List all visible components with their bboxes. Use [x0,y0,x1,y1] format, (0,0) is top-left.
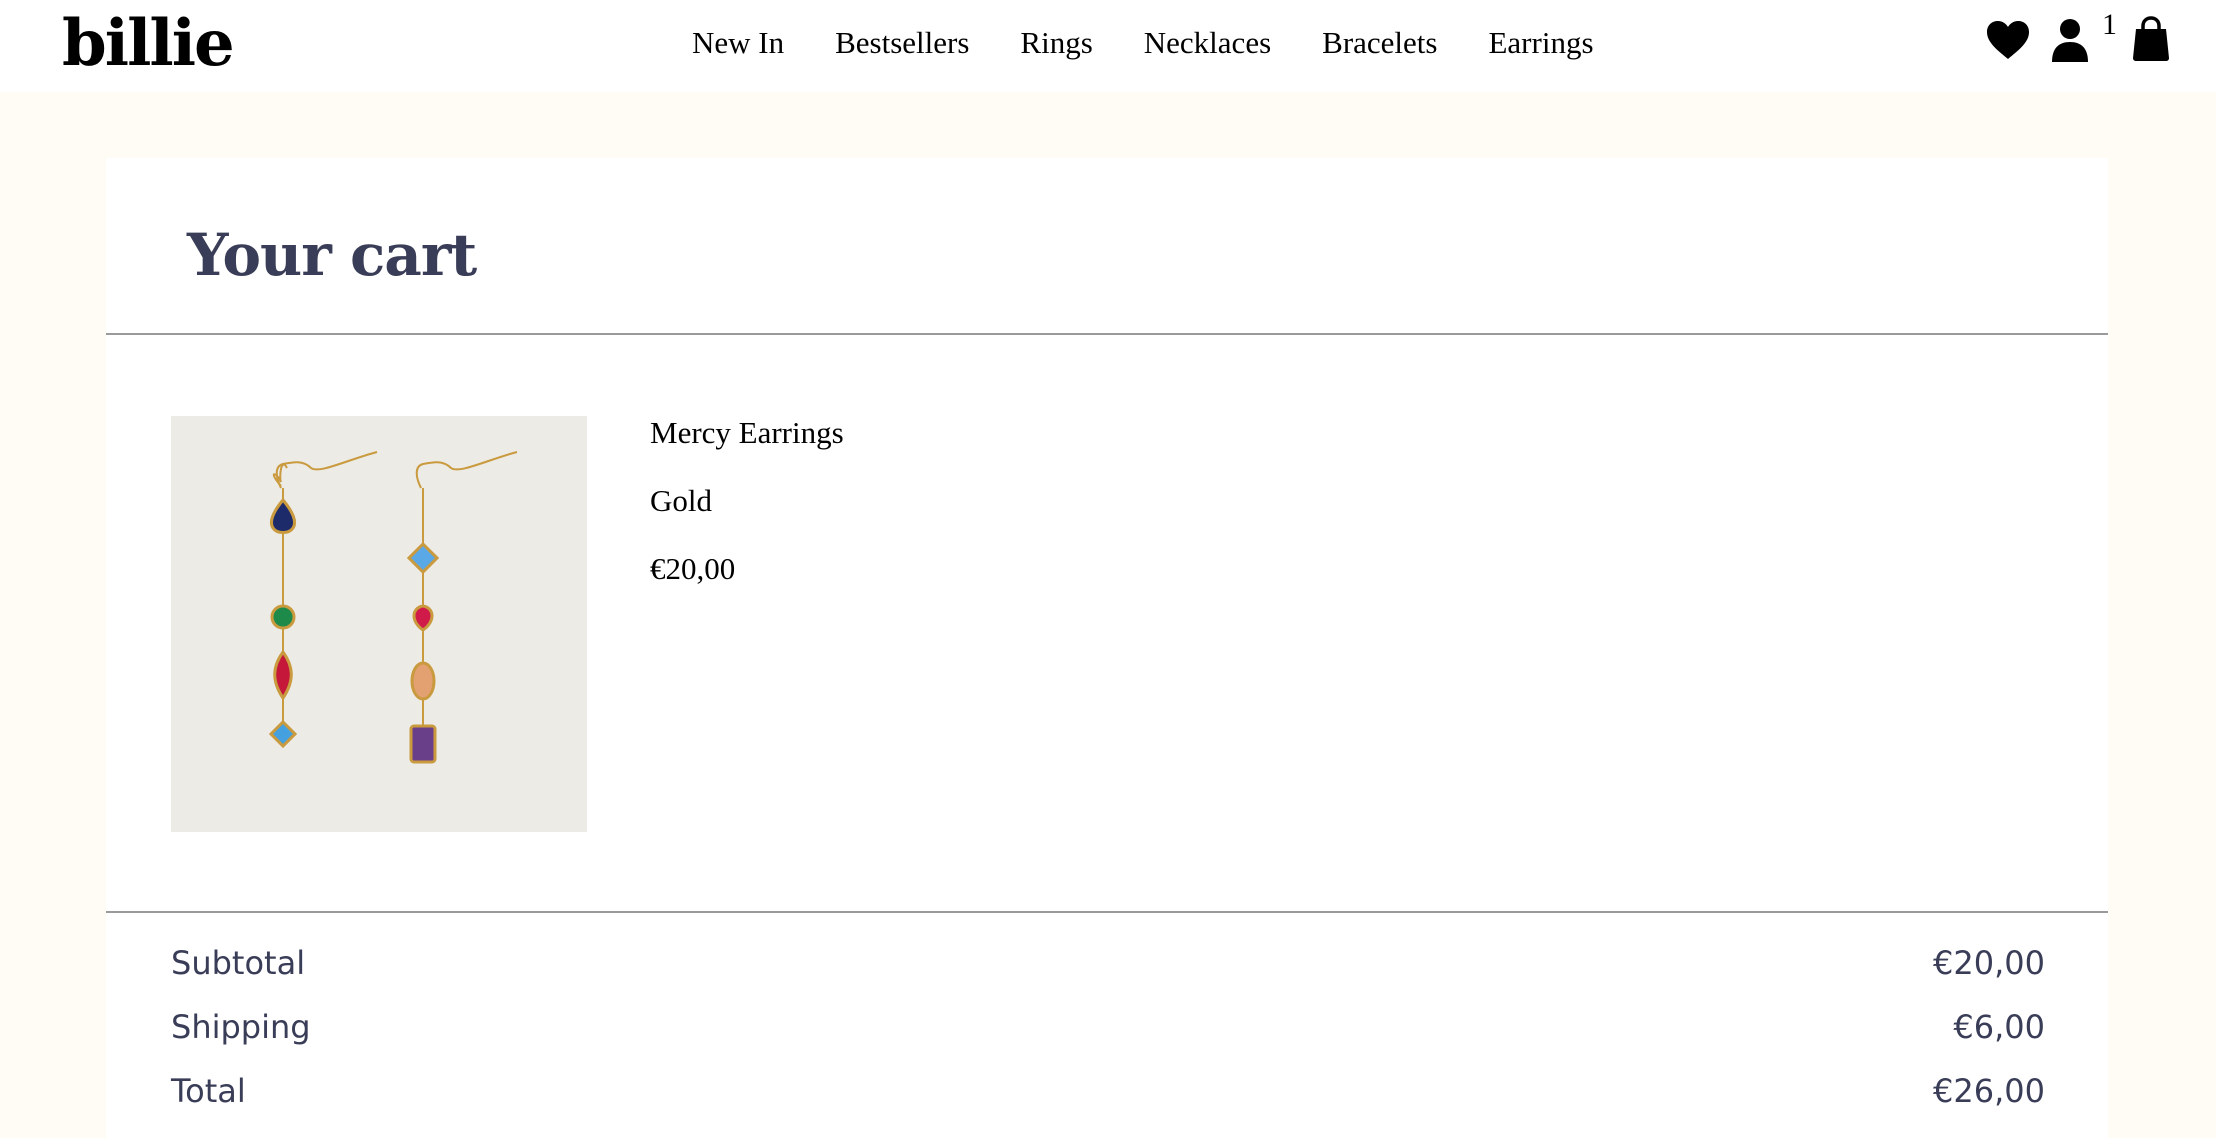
divider [106,333,2108,335]
nav-necklaces[interactable]: Necklaces [1144,22,1271,64]
heart-icon[interactable] [1986,20,2030,60]
total-value: €26,00 [1933,1072,2045,1110]
cart-count-badge: 1 [2102,8,2117,41]
subtotal-value: €20,00 [1933,944,2045,982]
product-variant: Gold [650,483,712,518]
billie-logo[interactable]: billie [62,0,235,88]
nav-bracelets[interactable]: Bracelets [1322,22,1437,64]
cart-panel: Your cart Mercy Earrings Gold €20,00 Sub… [106,158,2108,1138]
total-label: Total [171,1072,246,1110]
nav-bestsellers[interactable]: Bestsellers [835,22,969,64]
shipping-label: Shipping [171,1008,311,1046]
user-icon[interactable] [2050,18,2090,62]
page-title: Your cart [187,221,477,289]
site-header: billie New In Bestsellers Rings Necklace… [0,0,2216,92]
shipping-value: €6,00 [1953,1008,2045,1046]
nav-earrings[interactable]: Earrings [1488,22,1593,64]
main-nav: New In Bestsellers Rings Necklaces Brace… [692,22,1645,64]
subtotal-label: Subtotal [171,944,306,982]
earrings-image [268,451,518,764]
product-price: €20,00 [650,551,736,586]
nav-rings[interactable]: Rings [1020,22,1092,64]
shopping-bag-icon[interactable] [2132,16,2170,62]
header-icons: 1 [1976,0,2216,92]
product-name[interactable]: Mercy Earrings [650,413,844,453]
product-image[interactable] [171,416,587,832]
nav-new-in[interactable]: New In [692,22,784,64]
divider [106,911,2108,913]
